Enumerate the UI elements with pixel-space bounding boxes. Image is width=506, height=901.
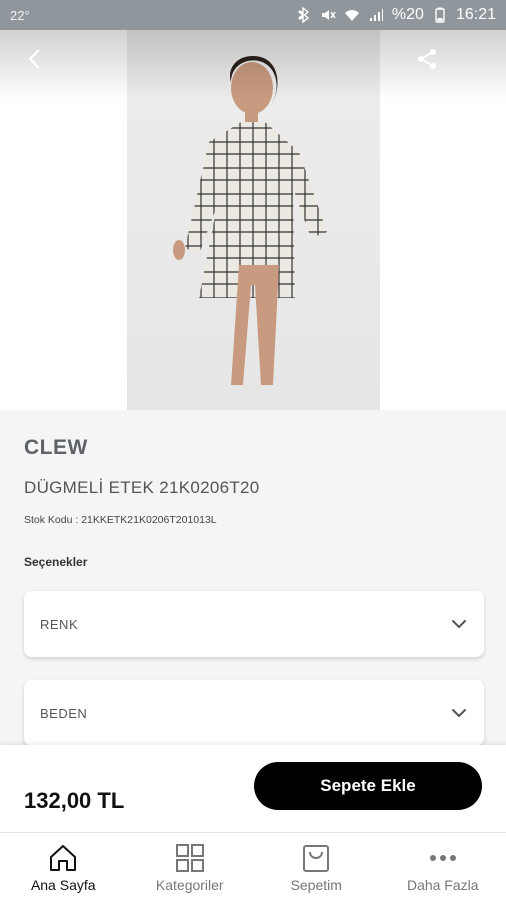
tab-more[interactable]: Daha Fazla (380, 833, 506, 901)
back-arrow-icon (23, 47, 47, 71)
chevron-down-icon (450, 704, 468, 722)
chevron-down-icon (450, 615, 468, 633)
color-select[interactable]: RENK (24, 591, 484, 657)
tab-cart[interactable]: Sepetim (253, 833, 380, 901)
share-button[interactable] (412, 44, 442, 74)
cart-bar: 132,00 TL Sepete Ekle (0, 745, 506, 832)
tab-cart-label: Sepetim (291, 877, 342, 893)
share-icon (415, 47, 439, 71)
signal-icon (368, 7, 384, 23)
tab-categories[interactable]: Kategoriler (127, 833, 254, 901)
add-to-cart-button[interactable]: Sepete Ekle (254, 762, 482, 810)
back-button[interactable] (20, 44, 50, 74)
brand-name: CLEW (24, 436, 88, 460)
tab-categories-label: Kategoriler (156, 877, 224, 893)
battery-icon (432, 7, 448, 23)
size-select-label: BEDEN (40, 706, 87, 721)
bottom-navigation: Ana Sayfa Kategoriler Sepetim Daha Fazla (0, 832, 506, 901)
mute-icon (320, 7, 336, 23)
home-icon (47, 842, 79, 874)
stock-code: Stok Kodu : 21KKETK21K0206T201013L (24, 514, 217, 526)
clock: 16:21 (456, 6, 496, 24)
more-icon (427, 842, 459, 874)
status-bar: 22° %20 16:21 (0, 0, 506, 30)
size-select[interactable]: BEDEN (24, 680, 484, 746)
grid-icon (174, 842, 206, 874)
wifi-icon (344, 7, 360, 23)
tab-more-label: Daha Fazla (407, 877, 479, 893)
product-price: 132,00 TL (24, 788, 124, 814)
options-heading: Seçenekler (24, 555, 87, 569)
product-title: DÜGMELİ ETEK 21K0206T20 (24, 478, 260, 498)
temperature: 22° (10, 8, 30, 23)
battery-percent: %20 (392, 6, 424, 24)
bluetooth-icon (296, 7, 312, 23)
color-select-label: RENK (40, 617, 78, 632)
tab-home[interactable]: Ana Sayfa (0, 833, 127, 901)
tab-home-label: Ana Sayfa (31, 877, 96, 893)
bag-icon (300, 842, 332, 874)
product-image-area (0, 30, 506, 410)
